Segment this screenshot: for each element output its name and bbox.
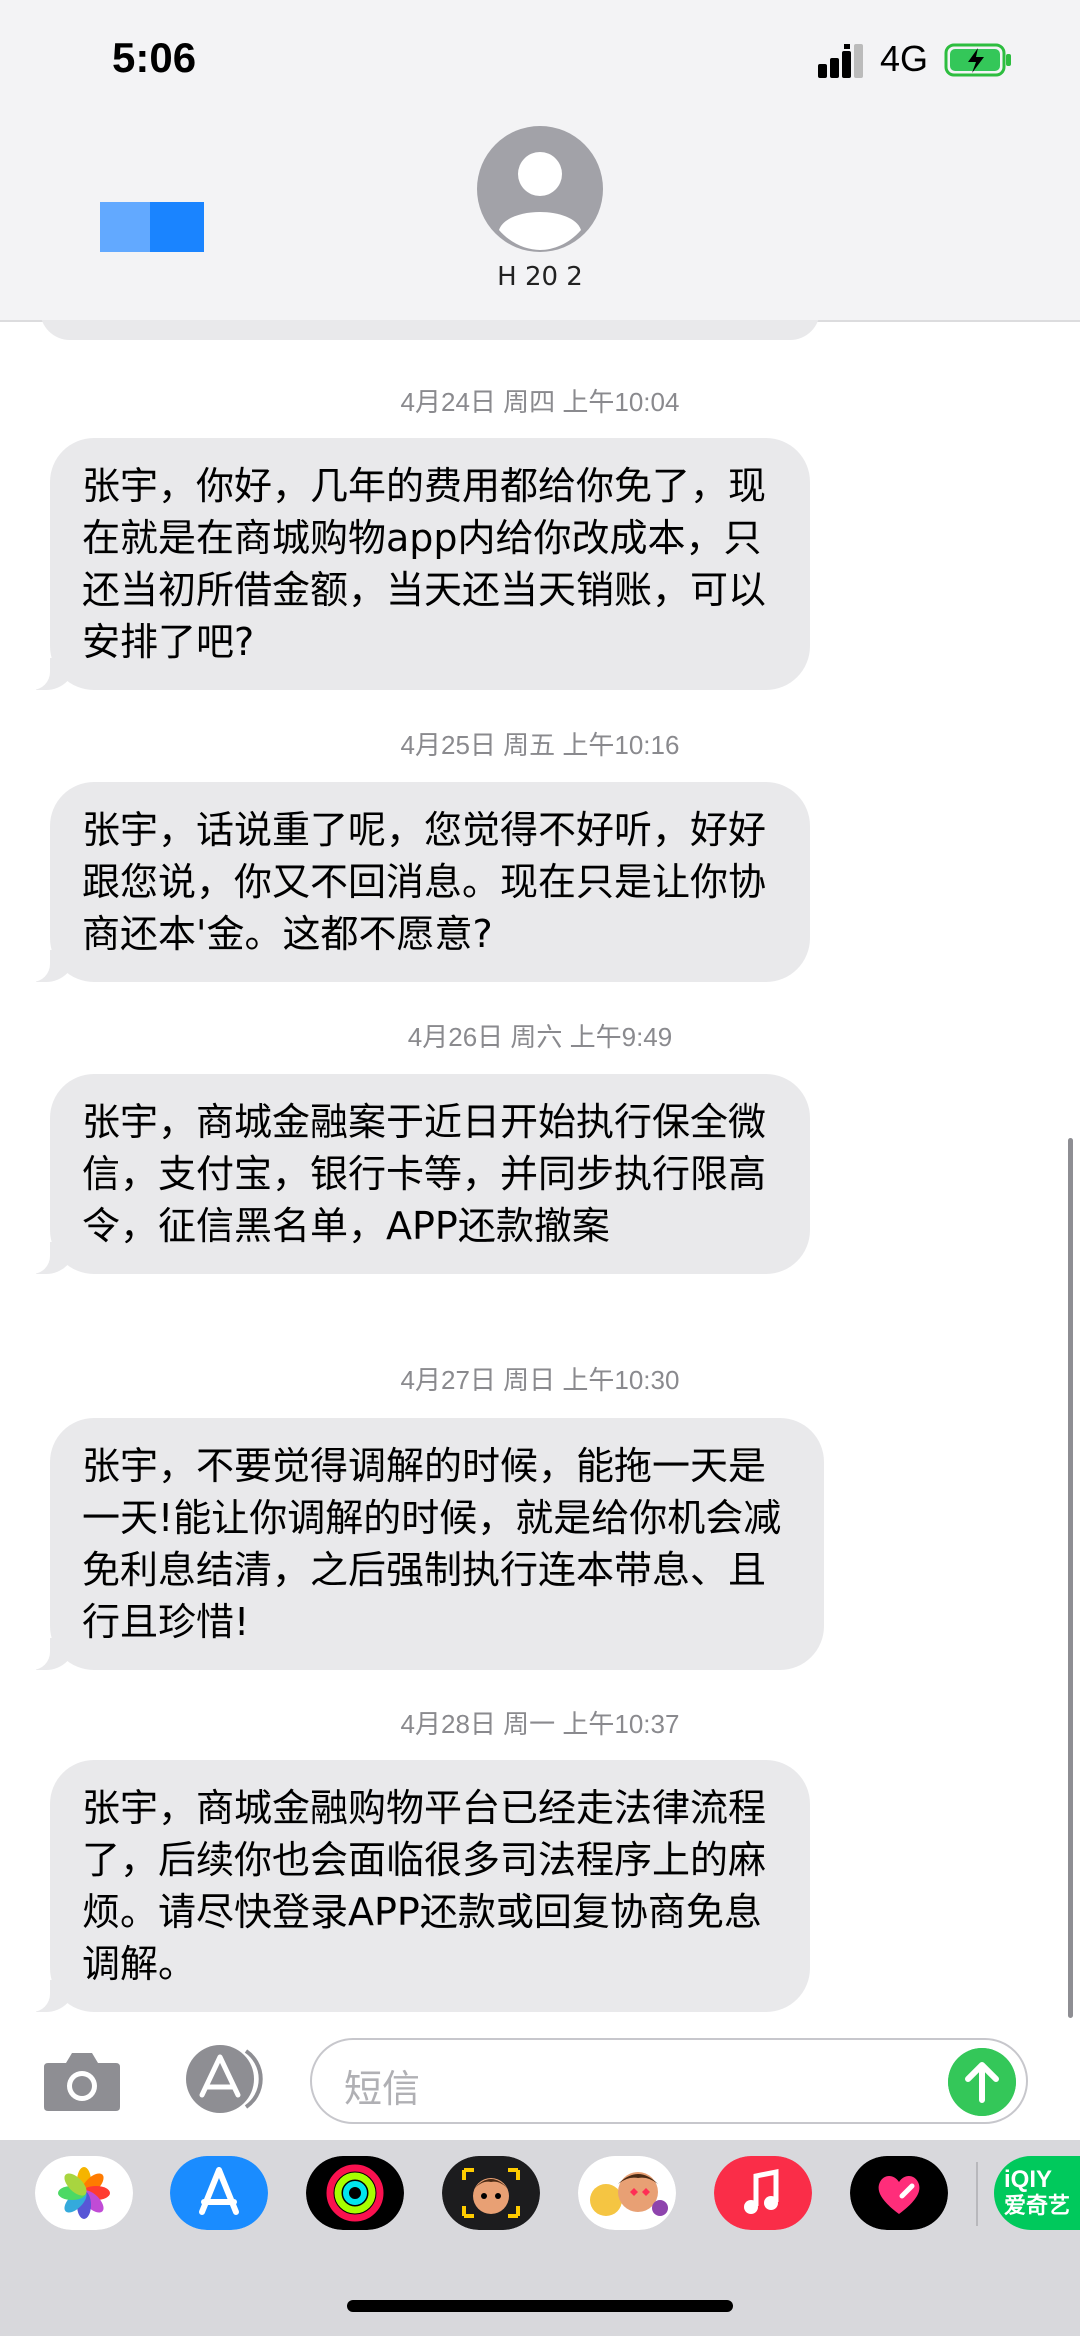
previous-message-bubble	[40, 320, 820, 340]
photos-app-icon[interactable]	[35, 2156, 133, 2230]
home-indicator[interactable]	[347, 2300, 733, 2312]
received-message-bubble[interactable]: 张宇，不要觉得调解的时候，能拖一天是一天!能让你调解的时候，就是给你机会减免利息…	[24, 1418, 824, 1670]
iqiyi-label-cn: 爱奇艺	[1004, 2194, 1071, 2219]
app-store-drawer-icon[interactable]	[176, 2043, 266, 2115]
scrollbar[interactable]	[1068, 1138, 1073, 2018]
cellular-signal-icon	[818, 44, 863, 78]
received-message-bubble[interactable]: 张宇，商城金融购物平台已经走法律流程了，后续你也会面临很多司法程序上的麻烦。请尽…	[24, 1760, 810, 2012]
message-timestamp: 4月27日 周日 上午10:30	[400, 1365, 680, 1395]
received-message-bubble[interactable]: 张宇，商城金融案于近日开始执行保全微信，支付宝，银行卡等，并同步执行限高令，征信…	[24, 1074, 810, 1274]
back-button-icon[interactable]	[100, 202, 204, 252]
animoji-app-icon[interactable]	[578, 2156, 676, 2230]
message-timestamp: 4月28日 周一 上午10:37	[400, 1709, 680, 1739]
digital-touch-app-icon[interactable]	[850, 2156, 948, 2230]
network-type: 4G	[880, 38, 929, 79]
memoji-app-icon[interactable]	[442, 2156, 540, 2230]
camera-icon[interactable]	[42, 2047, 122, 2113]
conversation-header: 5:06 4G H 20 2	[0, 0, 1080, 322]
message-thread[interactable]: 4月24日 周四 上午10:04 张宇，你好，几年的费用都给你免了，现在就是在商…	[0, 320, 1080, 2020]
message-input[interactable]: 短信	[310, 2038, 1028, 2124]
status-time: 5:06	[112, 34, 197, 81]
music-app-icon[interactable]	[714, 2156, 812, 2230]
drawer-divider	[976, 2162, 978, 2226]
contact-avatar[interactable]	[477, 126, 603, 252]
send-button[interactable]	[948, 2048, 1016, 2116]
received-message-bubble[interactable]: 张宇，话说重了呢，您觉得不好听，好好跟您说，你又不回消息。现在只是让你协商还本'…	[24, 782, 810, 982]
received-message-bubble[interactable]: 张宇，你好，几年的费用都给你免了，现在就是在商城购物app内给你改成本，只还当初…	[24, 438, 810, 690]
fitness-app-icon[interactable]	[306, 2156, 404, 2230]
message-timestamp: 4月24日 周四 上午10:04	[400, 387, 680, 417]
message-timestamp: 4月26日 周六 上午9:49	[407, 1022, 673, 1052]
message-timestamp: 4月25日 周五 上午10:16	[400, 730, 680, 760]
iqiyi-app-icon[interactable]: iQIY 爱奇艺	[994, 2156, 1080, 2230]
battery-charging-icon	[944, 43, 1011, 77]
app-store-app-icon[interactable]	[170, 2156, 268, 2230]
contact-name[interactable]: H 20 2	[380, 262, 700, 292]
